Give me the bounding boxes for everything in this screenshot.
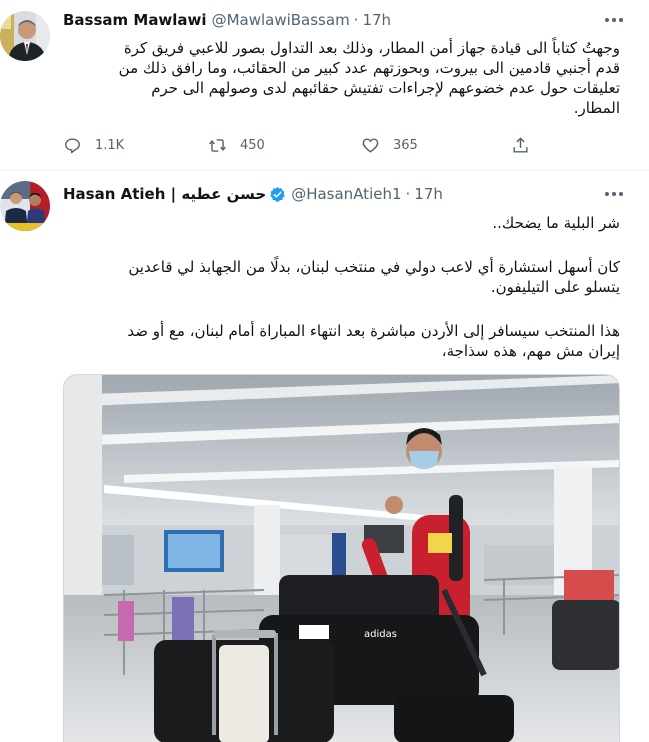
tweet-text: شر البلية ما يضحك..: [63, 213, 620, 233]
tweet-time[interactable]: 17h: [414, 185, 443, 203]
more-icon[interactable]: [601, 184, 627, 204]
tweet-text-line: قدم أجنبي قادمين الى بيروت، وبحوزتهم عدد…: [118, 59, 620, 77]
share-button[interactable]: [511, 136, 530, 155]
tweet-text: هذا المنتخب سيسافر إلى الأردن مباشرة بعد…: [63, 321, 620, 361]
tweet-text-line: وجهتُ كتاباً الى قيادة جهاز أمن المطار، …: [123, 39, 620, 57]
author-handle[interactable]: @MawlawiBassam: [212, 11, 350, 29]
author-name[interactable]: Hasan Atieh | حسن عطيه: [63, 185, 266, 203]
reply-icon: [65, 138, 80, 154]
tweet-header: Hasan Atieh | حسن عطيه @HasanAtieh1 · 17…: [63, 183, 443, 205]
retweet-count: 450: [240, 138, 265, 153]
tweet-time[interactable]: 17h: [362, 11, 391, 29]
tweet-text-line: يتسلو على التيليفون.: [490, 278, 620, 296]
separator-dot: ·: [353, 11, 359, 29]
tweet-text: وجهتُ كتاباً الى قيادة جهاز أمن المطار، …: [63, 38, 620, 118]
tweet-header: Bassam Mawlawi @MawlawiBassam · 17h: [63, 9, 391, 31]
more-icon[interactable]: [601, 10, 627, 30]
reply-button[interactable]: 1.1K: [63, 136, 124, 155]
share-icon: [513, 137, 528, 153]
author-handle[interactable]: @HasanAtieh1: [291, 185, 401, 203]
separator-dot: ·: [405, 185, 411, 203]
author-name[interactable]: Bassam Mawlawi: [63, 11, 207, 29]
verified-badge-icon: [270, 186, 285, 202]
tweet-text-line: تعليقات حول عدم خضوعهم لإجراءات تفتيش حق…: [151, 79, 620, 97]
tweet-text-line: المطار.: [573, 99, 620, 117]
retweet-icon: [209, 139, 226, 152]
tweet-bassam-mawlawi[interactable]: Bassam Mawlawi @MawlawiBassam · 17h وجهت…: [0, 0, 649, 171]
retweet-button[interactable]: 450: [208, 136, 265, 155]
svg-text:adidas: adidas: [364, 629, 397, 640]
avatar[interactable]: [0, 11, 50, 61]
avatar[interactable]: [0, 181, 50, 231]
tweet-hasan-atieh[interactable]: Hasan Atieh | حسن عطيه @HasanAtieh1 · 17…: [0, 171, 649, 742]
tweet-text: كان أسهل استشارة أي لاعب دولي في منتخب ل…: [63, 257, 620, 297]
tweet-text-line: إيران مش مهم، هذه سذاجة،: [441, 342, 620, 360]
like-icon: [362, 138, 379, 153]
like-button[interactable]: 365: [361, 136, 418, 155]
tweet-photo[interactable]: adidas: [63, 374, 620, 742]
tweet-text-line: هذا المنتخب سيسافر إلى الأردن مباشرة بعد…: [127, 322, 620, 340]
tweet-actions: 1.1K 450 365: [63, 136, 543, 158]
tweet-text-line: كان أسهل استشارة أي لاعب دولي في منتخب ل…: [128, 258, 620, 276]
reply-count: 1.1K: [95, 138, 125, 153]
like-count: 365: [393, 138, 418, 153]
tweet-text-line: شر البلية ما يضحك..: [492, 214, 620, 232]
